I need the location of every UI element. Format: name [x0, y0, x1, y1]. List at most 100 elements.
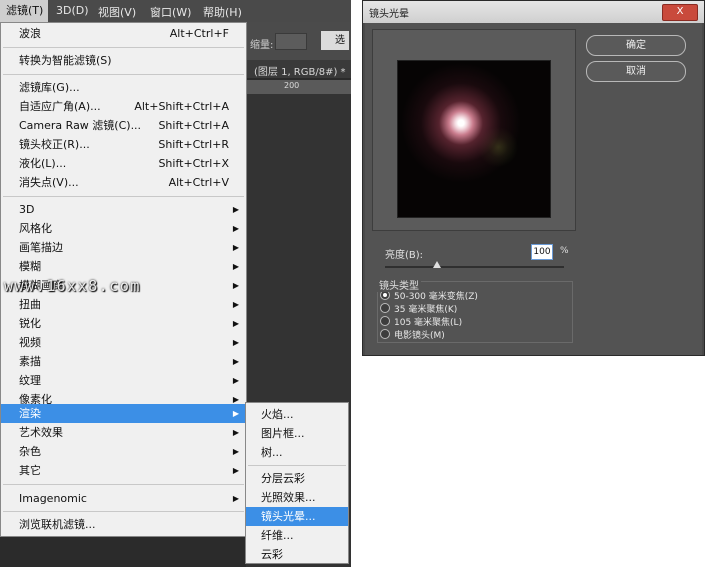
lens-type-label: 105 毫米聚焦(L) [394, 318, 463, 328]
submenu-arrow-icon: ▶ [232, 376, 239, 385]
submenu-item-lighting-effects[interactable]: 光照效果... [246, 488, 348, 507]
menu-item-label: 镜头校正(R)... [19, 138, 90, 151]
watermark: www.16xx8.com [4, 277, 141, 295]
menu-item-liquify[interactable]: 液化(L)... Shift+Ctrl+X [1, 154, 246, 173]
menu-item-lens-correction[interactable]: 镜头校正(R)... Shift+Ctrl+R [1, 135, 246, 154]
menu-item-video[interactable]: 视频 ▶ [1, 333, 246, 352]
dialog-title: 镜头光晕 [369, 9, 409, 20]
submenu-item-clouds[interactable]: 云彩 [246, 545, 348, 564]
lens-type-option[interactable]: 105 毫米聚焦(L) [380, 315, 550, 328]
options-select-button[interactable]: 选 [321, 31, 349, 50]
menu-item-label: 视频 [19, 336, 41, 349]
menu-item-distort[interactable]: 扭曲 ▶ [1, 295, 246, 314]
menu-item-shortcut: Alt+Ctrl+V [168, 176, 229, 189]
menu-item-stylize[interactable]: 风格化 ▶ [1, 219, 246, 238]
menu-item-label: 画笔描边 [19, 241, 63, 254]
brightness-label: 亮度(B): [385, 250, 424, 261]
document-tab-title: (图层 1, RGB/8#) * [254, 67, 346, 78]
menu-item-imagenomic[interactable]: Imagenomic ▶ [1, 489, 246, 508]
menu-3d[interactable]: 3D(D) [56, 4, 89, 17]
menu-item-render[interactable]: 渲染 ▶ [1, 404, 246, 423]
menu-item-label: 镜头光晕... [261, 510, 316, 523]
menu-item-shortcut: Alt+Ctrl+F [169, 27, 229, 40]
lens-type-option[interactable]: 35 毫米聚焦(K) [380, 302, 550, 315]
menu-item-sharpen[interactable]: 锐化 ▶ [1, 314, 246, 333]
brightness-slider[interactable] [385, 266, 564, 268]
brightness-input[interactable]: 100 [531, 244, 553, 260]
menu-item-artistic[interactable]: 艺术效果 ▶ [1, 423, 246, 442]
menu-item-camera-raw[interactable]: Camera Raw 滤镜(C)... Shift+Ctrl+A [1, 116, 246, 135]
lens-type-label: 电影镜头(M) [394, 331, 445, 341]
menu-separator [3, 511, 244, 512]
menu-item-wave[interactable]: 波浪 Alt+Ctrl+F [1, 24, 246, 43]
document-tab[interactable]: (图层 1, RGB/8#) * [246, 60, 351, 78]
menu-item-3d[interactable]: 3D ▶ [1, 200, 246, 219]
submenu-arrow-icon: ▶ [232, 409, 239, 418]
menu-item-shortcut: Alt+Shift+Ctrl+A [134, 100, 229, 113]
menu-filter[interactable]: 滤镜(T) [0, 0, 48, 22]
radio-icon [380, 316, 390, 326]
menu-item-label: 其它 [19, 464, 41, 477]
lens-type-label: 35 毫米聚焦(K) [394, 305, 458, 315]
lens-type-title: 镜头类型 [377, 277, 421, 292]
menu-item-other[interactable]: 其它 ▶ [1, 461, 246, 480]
menu-item-browse-online[interactable]: 浏览联机滤镜... [1, 515, 246, 534]
menu-item-smart-filter[interactable]: 转换为智能滤镜(S) [1, 51, 246, 70]
submenu-item-difference-clouds[interactable]: 分层云彩 [246, 469, 348, 488]
menu-item-label: 艺术效果 [19, 426, 63, 439]
submenu-item-flame[interactable]: 火焰... [246, 405, 348, 424]
menu-item-brush-strokes[interactable]: 画笔描边 ▶ [1, 238, 246, 257]
menu-item-label: 树... [261, 446, 283, 459]
submenu-arrow-icon: ▶ [232, 338, 239, 347]
menu-separator [3, 196, 244, 197]
menu-item-label: 光照效果... [261, 491, 316, 504]
menu-item-vanishing-point[interactable]: 消失点(V)... Alt+Ctrl+V [1, 173, 246, 192]
menu-item-filter-gallery[interactable]: 滤镜库(G)... [1, 78, 246, 97]
submenu-item-lens-flare[interactable]: 镜头光晕... [246, 507, 348, 526]
menu-help[interactable]: 帮助(H) [203, 4, 242, 20]
menu-item-label: 风格化 [19, 222, 52, 235]
menu-item-adaptive-wide-angle[interactable]: 自适应广角(A)... Alt+Shift+Ctrl+A [1, 97, 246, 116]
menu-window[interactable]: 窗口(W) [150, 4, 191, 20]
submenu-arrow-icon: ▶ [232, 428, 239, 437]
menu-item-label: 波浪 [19, 27, 41, 40]
menu-item-shortcut: Shift+Ctrl+R [158, 138, 229, 151]
submenu-item-tree[interactable]: 树... [246, 443, 348, 462]
options-field-label: 缩量: [250, 40, 274, 51]
menu-bar: 滤镜(T) 3D(D) 视图(V) 窗口(W) 帮助(H) [0, 0, 351, 23]
submenu-item-fibers[interactable]: 纤维... [246, 526, 348, 545]
menu-item-label: 扭曲 [19, 298, 41, 311]
radio-icon [380, 303, 390, 313]
menu-item-sketch[interactable]: 素描 ▶ [1, 352, 246, 371]
dialog-titlebar[interactable]: 镜头光晕 X [363, 1, 704, 23]
flare-preview[interactable] [397, 60, 551, 218]
menu-item-label: 杂色 [19, 445, 41, 458]
ok-button[interactable]: 确定 [586, 35, 686, 56]
submenu-arrow-icon: ▶ [232, 224, 239, 233]
menu-item-label: 自适应广角(A)... [19, 100, 101, 113]
brightness-unit: % [560, 246, 569, 256]
ruler: 200 [246, 80, 351, 94]
submenu-arrow-icon: ▶ [232, 447, 239, 456]
brightness-slider-thumb[interactable] [432, 261, 441, 268]
close-icon: X [676, 6, 684, 17]
menu-item-label: 锐化 [19, 317, 41, 330]
menu-item-label: 火焰... [261, 408, 294, 421]
menu-item-label: Camera Raw 滤镜(C)... [19, 119, 142, 132]
menu-item-texture[interactable]: 纹理 ▶ [1, 371, 246, 390]
lens-type-option[interactable]: 电影镜头(M) [380, 328, 550, 341]
menu-item-label: 模糊 [19, 260, 41, 273]
menu-item-label: 液化(L)... [19, 157, 67, 170]
options-field[interactable] [275, 33, 307, 50]
submenu-arrow-icon: ▶ [232, 262, 239, 271]
render-submenu: 火焰... 图片框... 树... 分层云彩 光照效果... 镜头光晕... 纤… [245, 402, 349, 564]
menu-view[interactable]: 视图(V) [98, 4, 136, 20]
menu-item-blur[interactable]: 模糊 ▶ [1, 257, 246, 276]
submenu-item-picture-frame[interactable]: 图片框... [246, 424, 348, 443]
menu-item-label: Imagenomic [19, 492, 87, 505]
preview-frame [372, 29, 576, 231]
cancel-button[interactable]: 取消 [586, 61, 686, 82]
menu-item-noise[interactable]: 杂色 ▶ [1, 442, 246, 461]
close-button[interactable]: X [662, 4, 698, 21]
menu-item-label: 转换为智能滤镜(S) [19, 54, 112, 67]
